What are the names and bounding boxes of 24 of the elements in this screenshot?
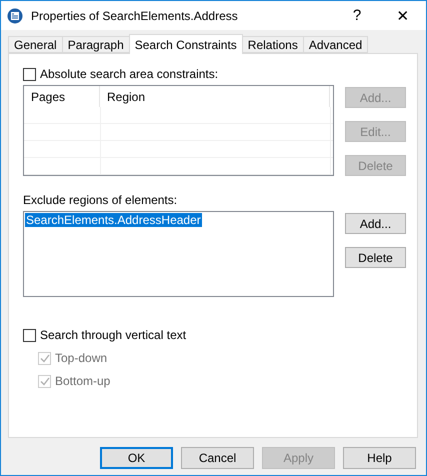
tab[interactable]: General: [8, 36, 63, 53]
action-button[interactable]: Delete: [345, 247, 406, 268]
tab[interactable]: Paragraph: [62, 36, 130, 53]
window-title: Properties of SearchElements.Address: [31, 8, 239, 22]
action-button[interactable]: Add...: [345, 213, 406, 234]
tab[interactable]: Advanced: [302, 36, 368, 53]
list-item[interactable]: SearchElements.AddressHeader: [25, 213, 202, 227]
list-label: Exclude regions of elements:: [23, 193, 178, 207]
column-header[interactable]: Pages: [24, 86, 100, 107]
checkbox[interactable]: [23, 328, 36, 342]
dialog-button[interactable]: Help: [343, 447, 416, 469]
checkbox[interactable]: [23, 68, 36, 80]
tab[interactable]: Relations: [242, 36, 304, 53]
help-button[interactable]: ?: [334, 1, 380, 30]
column-header[interactable]: Region: [100, 86, 330, 107]
tab[interactable]: Search Constraints: [128, 34, 243, 54]
checkbox-label: Top-down: [55, 351, 108, 365]
checkbox-label: Search through vertical text: [40, 328, 186, 342]
document-icon: [7, 8, 23, 24]
checkbox-label: Bottom-up: [55, 374, 110, 388]
close-button[interactable]: ✕: [380, 1, 426, 30]
dialog-button[interactable]: Cancel: [181, 447, 254, 469]
checkbox-label: Absolute search area constraints:: [40, 67, 218, 81]
dialog-button[interactable]: OK: [100, 447, 173, 469]
